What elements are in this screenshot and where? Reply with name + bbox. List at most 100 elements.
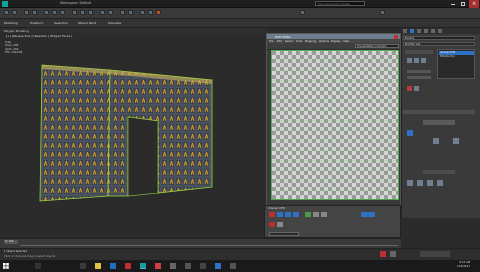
red-icon[interactable]: [407, 86, 412, 91]
stack-item-editable-poly[interactable]: Editable Poly: [439, 55, 474, 59]
move-uv-icon[interactable]: [277, 212, 283, 217]
maximize-button[interactable]: [458, 0, 468, 8]
uv-toolbar: CheckerPattern (Checker): [267, 43, 400, 50]
select-by-name-icon[interactable]: [52, 10, 57, 15]
edit-uvs-header[interactable]: [403, 110, 475, 114]
app-icon-3[interactable]: [170, 263, 176, 269]
material-editor-icon[interactable]: [140, 10, 145, 15]
app-logo[interactable]: [2, 1, 8, 7]
pack-icon[interactable]: [453, 138, 459, 144]
checker-dropdown[interactable]: CheckerPattern (Checker): [355, 44, 399, 48]
flip-uv-icon[interactable]: [277, 222, 283, 227]
mirror-icon[interactable]: [120, 10, 125, 15]
render-setup-icon[interactable]: [148, 10, 153, 15]
ribbon-tab-modeling[interactable]: Modeling: [4, 21, 18, 25]
cylindrical-icon[interactable]: [417, 180, 423, 186]
ribbon-tab-populate[interactable]: Populate: [108, 21, 121, 25]
render-icon[interactable]: [156, 10, 161, 15]
move-icon[interactable]: [72, 10, 77, 15]
polygon-icon[interactable]: [421, 58, 426, 63]
modifier-stack[interactable]: Unwrap UVW Editable Poly: [437, 49, 475, 79]
vertex-icon[interactable]: [407, 58, 412, 63]
create-tab-icon[interactable]: [403, 29, 407, 33]
rollout-header[interactable]: [405, 50, 433, 54]
wall-mesh[interactable]: [0, 33, 266, 205]
box-map-icon[interactable]: [437, 180, 443, 186]
tool-icon[interactable]: [414, 86, 419, 91]
select-icon[interactable]: [44, 10, 49, 15]
uv-wireframe: [271, 50, 397, 198]
app-icon-4[interactable]: [185, 263, 191, 269]
app-icon-5[interactable]: [200, 263, 206, 269]
app-icon-red[interactable]: [125, 263, 131, 269]
close-icon: ×: [472, 1, 477, 7]
edge-icon[interactable]: [414, 58, 419, 63]
freeform-icon[interactable]: [269, 212, 275, 217]
playback-controls[interactable]: [420, 251, 450, 257]
file-explorer-icon[interactable]: [95, 263, 101, 269]
link-icon[interactable]: [24, 10, 29, 15]
polygon-modeling-label[interactable]: Polygon Modeling: [4, 29, 29, 33]
weld-icon[interactable]: [305, 212, 311, 217]
perspective-viewport[interactable]: [+] [Perspective ] [Realistic ] [Edged F…: [0, 33, 266, 205]
rotate-uv-icon[interactable]: [285, 212, 291, 217]
ribbon-tab-freeform[interactable]: Freeform: [30, 21, 43, 25]
unlink-icon[interactable]: [32, 10, 37, 15]
grow-button[interactable]: [407, 70, 431, 73]
set-key-icon[interactable]: [390, 251, 396, 257]
region-select-icon[interactable]: [60, 10, 65, 15]
display-tab-icon[interactable]: [431, 29, 435, 33]
app-icon-6[interactable]: [215, 263, 221, 269]
clock[interactable]: 8:15 AM 12/5/2017: [440, 261, 470, 269]
object-name-field[interactable]: Box001: [403, 36, 475, 40]
modify-tab-icon[interactable]: [410, 29, 414, 33]
hierarchy-tab-icon[interactable]: [417, 29, 421, 33]
search-field[interactable]: Type a keyword or phrase: [315, 1, 365, 6]
snap-icon[interactable]: [100, 10, 105, 15]
timeline[interactable]: 0 / 100: [0, 238, 401, 248]
edge-browser-icon[interactable]: [110, 263, 116, 269]
undo-icon[interactable]: [4, 10, 9, 15]
planar-icon[interactable]: [407, 180, 413, 186]
scale-icon[interactable]: [88, 10, 93, 15]
align-icon[interactable]: [128, 10, 133, 15]
3dsmax-taskbar-icon[interactable]: [140, 263, 146, 269]
app-icon-2[interactable]: [155, 263, 161, 269]
track-bar[interactable]: [20, 245, 398, 246]
break-icon[interactable]: [321, 212, 327, 217]
peel-icon[interactable]: [433, 138, 439, 144]
ribbon-tab-selection[interactable]: Selection: [54, 21, 68, 25]
workspace-icon[interactable]: [300, 10, 305, 15]
utilities-tab-icon[interactable]: [438, 29, 442, 33]
angle-snap-icon[interactable]: [108, 10, 113, 15]
uv-editor-window[interactable]: Edit UVWs File Edit Select Tools Mapping…: [266, 33, 401, 218]
mirror-uv-icon[interactable]: [269, 222, 275, 227]
time-slider[interactable]: 0 / 100: [4, 240, 18, 244]
stack-item-editable-poly-label: Editable Poly: [440, 55, 455, 59]
shrink-button[interactable]: [407, 76, 431, 79]
minimize-button[interactable]: [448, 0, 458, 8]
task-view-icon[interactable]: [80, 263, 86, 269]
modifier-list-dropdown[interactable]: Modifier List: [403, 42, 475, 46]
windows-start-icon[interactable]: [3, 263, 9, 269]
sign-in-icon[interactable]: [380, 10, 385, 15]
stack-item-unwrap[interactable]: Unwrap UVW: [439, 51, 474, 55]
spherical-icon[interactable]: [427, 180, 433, 186]
ribbon-tab-object-paint[interactable]: Object Paint: [78, 21, 96, 25]
app-icon-7[interactable]: [230, 263, 236, 269]
open-uv-editor-button[interactable]: [423, 120, 455, 125]
element-select-field[interactable]: [269, 232, 299, 236]
modifier-list-label: Modifier List: [405, 43, 421, 47]
projection-header[interactable]: [423, 170, 455, 174]
scale-uv-icon[interactable]: [293, 212, 299, 217]
motion-tab-icon[interactable]: [424, 29, 428, 33]
close-button[interactable]: ×: [469, 0, 479, 8]
straighten-button[interactable]: [361, 212, 375, 217]
rotate-icon[interactable]: [80, 10, 85, 15]
redo-icon[interactable]: [12, 10, 17, 15]
search-taskbar-icon[interactable]: [35, 263, 41, 269]
stitch-icon[interactable]: [313, 212, 319, 217]
blue-tool-icon[interactable]: [407, 130, 413, 136]
uv-close-icon[interactable]: [394, 34, 398, 39]
auto-key-button[interactable]: [380, 251, 386, 257]
